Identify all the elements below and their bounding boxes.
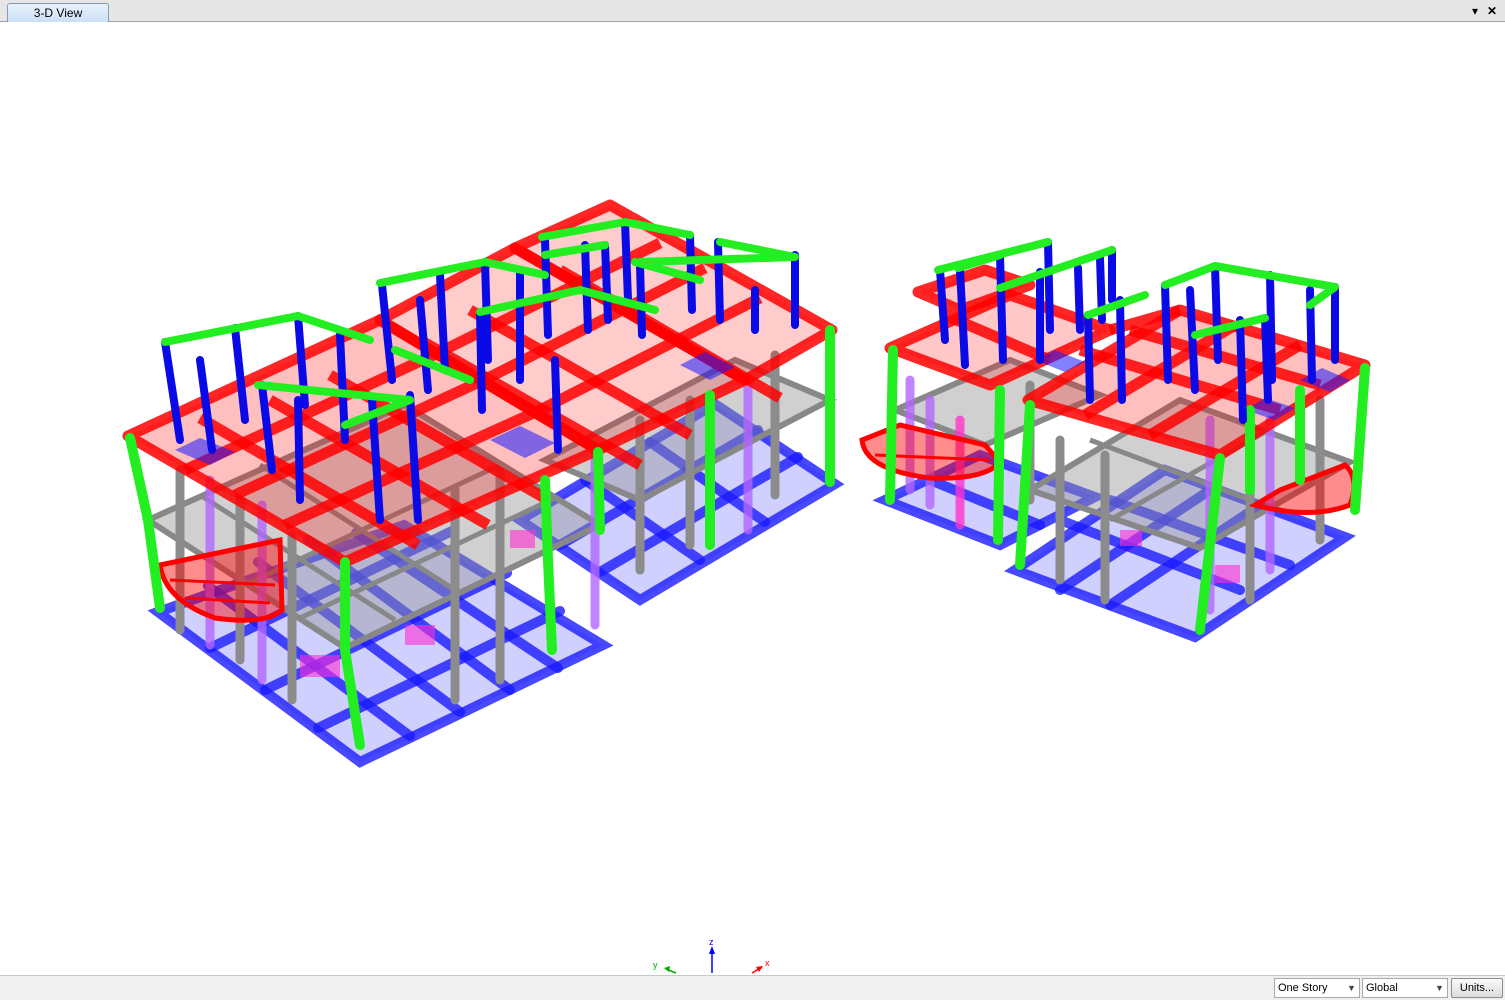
close-view-icon[interactable]: ✕ (1485, 3, 1499, 19)
units-button[interactable]: Units... (1451, 978, 1503, 998)
view-tab-bar: 3-D View ▾ ✕ (0, 0, 1505, 23)
story-filter-select[interactable]: One Story ▼ (1274, 978, 1360, 998)
coordinate-system-select[interactable]: Global ▼ (1362, 978, 1448, 998)
x-axis-label: x (765, 958, 770, 968)
y-axis-arrow (664, 966, 670, 972)
axis-triad: z x y (653, 937, 770, 974)
status-bar: One Story ▼ Global ▼ Units... (0, 975, 1505, 1000)
tab-3d-view[interactable]: 3-D View (7, 3, 109, 23)
x-axis-arrow (756, 966, 763, 972)
chevron-down-icon: ▼ (1435, 983, 1444, 993)
chevron-down-icon: ▼ (1347, 983, 1356, 993)
coordinate-system-value: Global (1366, 982, 1398, 994)
y-axis-label: y (653, 960, 658, 970)
z-axis-arrow (709, 946, 715, 954)
left-building (122, 199, 845, 768)
window-list-dropdown-icon[interactable]: ▾ (1468, 3, 1482, 19)
right-building (859, 238, 1371, 643)
model-viewport[interactable]: z x y (0, 22, 1505, 975)
z-axis-label: z (709, 937, 714, 947)
structural-model-3d[interactable]: z x y (0, 22, 1505, 975)
story-filter-value: One Story (1278, 982, 1328, 994)
